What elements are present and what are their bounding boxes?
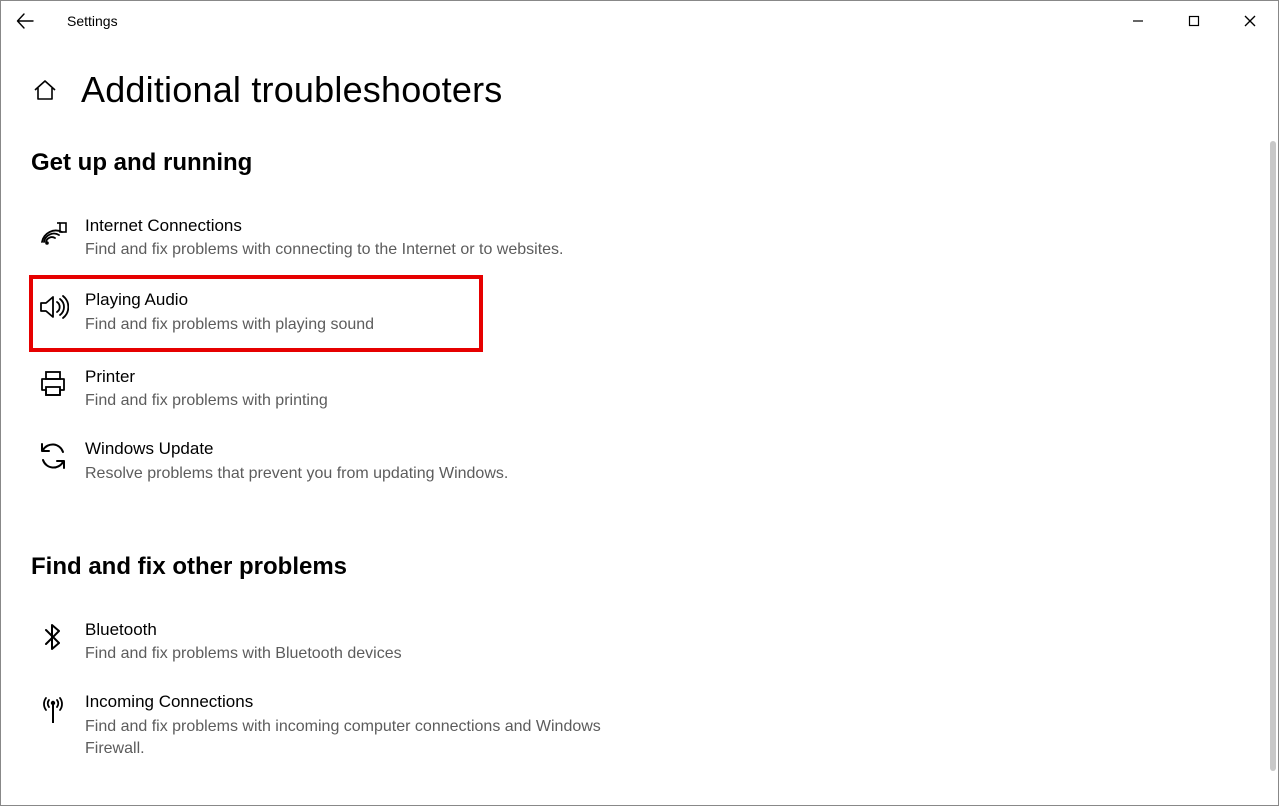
back-arrow-icon bbox=[16, 12, 34, 30]
troubleshooter-internet-connections[interactable]: Internet Connections Find and fix proble… bbox=[31, 205, 651, 271]
item-desc: Find and fix problems with connecting to… bbox=[85, 239, 625, 261]
troubleshooter-incoming-connections[interactable]: Incoming Connections Find and fix proble… bbox=[31, 681, 651, 770]
home-button[interactable] bbox=[31, 76, 59, 104]
item-title: Playing Audio bbox=[85, 289, 473, 311]
internet-icon bbox=[37, 217, 69, 249]
audio-icon bbox=[37, 291, 69, 323]
titlebar: Settings bbox=[1, 1, 1278, 41]
printer-icon bbox=[37, 368, 69, 400]
app-title: Settings bbox=[67, 13, 118, 29]
item-desc: Find and fix problems with playing sound bbox=[85, 314, 473, 336]
maximize-button[interactable] bbox=[1166, 1, 1222, 41]
item-desc: Find and fix problems with Bluetooth dev… bbox=[85, 643, 625, 665]
minimize-icon bbox=[1132, 15, 1144, 27]
item-text: Printer Find and fix problems with print… bbox=[85, 366, 643, 412]
item-text: Incoming Connections Find and fix proble… bbox=[85, 691, 643, 760]
section-title-get-up: Get up and running bbox=[31, 149, 1248, 177]
item-title: Internet Connections bbox=[85, 215, 643, 237]
home-icon bbox=[32, 77, 58, 103]
section-title-find-fix: Find and fix other problems bbox=[31, 553, 1248, 581]
item-title: Incoming Connections bbox=[85, 691, 643, 713]
item-desc: Find and fix problems with printing bbox=[85, 390, 625, 412]
maximize-icon bbox=[1188, 15, 1200, 27]
close-icon bbox=[1243, 14, 1257, 28]
item-desc: Resolve problems that prevent you from u… bbox=[85, 463, 625, 485]
page-header: Additional troubleshooters bbox=[31, 69, 1248, 111]
troubleshooter-printer[interactable]: Printer Find and fix problems with print… bbox=[31, 356, 651, 422]
troubleshooter-bluetooth[interactable]: Bluetooth Find and fix problems with Blu… bbox=[31, 609, 651, 675]
item-text: Internet Connections Find and fix proble… bbox=[85, 215, 643, 261]
scrollbar[interactable] bbox=[1270, 141, 1276, 771]
settings-window: Settings bbox=[0, 0, 1279, 806]
close-button[interactable] bbox=[1222, 1, 1278, 41]
page-content: Additional troubleshooters Get up and ru… bbox=[1, 69, 1278, 770]
item-text: Bluetooth Find and fix problems with Blu… bbox=[85, 619, 643, 665]
update-icon bbox=[37, 440, 69, 472]
page-title: Additional troubleshooters bbox=[81, 69, 502, 111]
minimize-button[interactable] bbox=[1110, 1, 1166, 41]
incoming-icon bbox=[37, 693, 69, 725]
back-button[interactable] bbox=[1, 1, 49, 41]
item-desc: Find and fix problems with incoming comp… bbox=[85, 716, 625, 761]
troubleshooter-windows-update[interactable]: Windows Update Resolve problems that pre… bbox=[31, 428, 651, 494]
item-text: Playing Audio Find and fix problems with… bbox=[85, 289, 473, 335]
item-title: Bluetooth bbox=[85, 619, 643, 641]
troubleshooter-playing-audio[interactable]: Playing Audio Find and fix problems with… bbox=[31, 277, 481, 349]
window-controls bbox=[1110, 1, 1278, 41]
item-text: Windows Update Resolve problems that pre… bbox=[85, 438, 643, 484]
bluetooth-icon bbox=[37, 621, 69, 653]
item-title: Windows Update bbox=[85, 438, 643, 460]
item-title: Printer bbox=[85, 366, 643, 388]
